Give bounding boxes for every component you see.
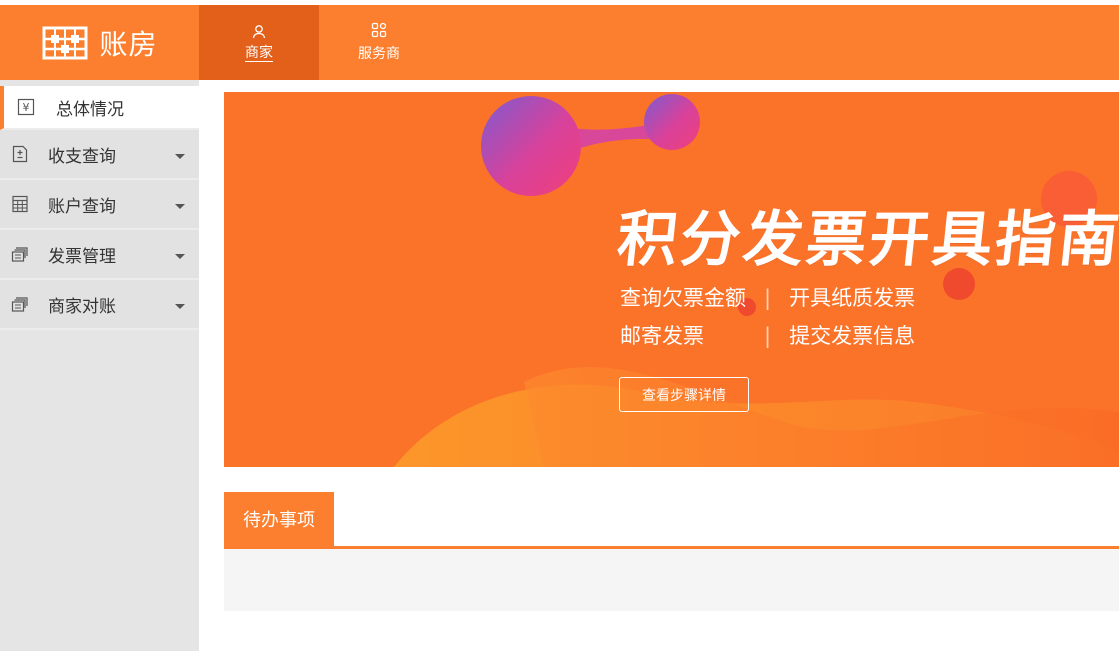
tab-service-provider-label: 服务商 <box>358 46 400 62</box>
banner-item: 查询欠票金额 <box>620 286 746 310</box>
sidebar-item-label: 总体情况 <box>56 99 124 120</box>
caret-down-icon <box>175 304 185 309</box>
apps-grid-icon <box>371 22 387 38</box>
sidebar-item-label: 发票管理 <box>48 246 116 267</box>
banner-item: 提交发票信息 <box>789 324 916 348</box>
banner-line-1: 查询欠票金额 | 开具纸质发票 <box>620 282 915 312</box>
brand-name: 账房 <box>99 27 158 61</box>
banner-item: 开具纸质发票 <box>789 286 916 310</box>
banner-line-2: 邮寄发票 | 提交发票信息 <box>620 320 915 350</box>
calculator-icon <box>10 194 30 214</box>
caret-down-icon <box>175 254 185 259</box>
caret-down-icon <box>175 154 185 159</box>
view-steps-button[interactable]: 查看步骤详情 <box>619 377 749 412</box>
banner-title: 积分发票开具指南 <box>613 205 1119 275</box>
todo-list-area <box>224 549 1119 611</box>
svg-text:¥: ¥ <box>23 101 30 114</box>
stacked-cards-icon <box>10 244 30 264</box>
caret-down-icon <box>175 204 185 209</box>
sidebar: ¥ 总体情况 收支查询 账户查询 发票管理 商家对账 <box>0 80 199 651</box>
tab-merchant[interactable]: 商家 <box>199 5 319 80</box>
sidebar-item-reconciliation[interactable]: 商家对账 <box>0 280 199 330</box>
banner-item: 邮寄发票 <box>620 324 704 348</box>
tab-todo[interactable]: 待办事项 <box>224 492 334 546</box>
promo-banner[interactable]: 积分发票开具指南 查询欠票金额 | 开具纸质发票 邮寄发票 | 提交发票信息 查看步骤详… <box>224 92 1119 467</box>
abacus-icon <box>42 26 88 59</box>
banner-separator: | <box>764 286 772 310</box>
top-bar: 账房 商家 服务商 <box>0 5 1119 80</box>
banner-separator: | <box>764 324 772 348</box>
sidebar-item-label: 收支查询 <box>48 146 116 167</box>
sidebar-item-label: 商家对账 <box>48 296 116 317</box>
yen-icon: ¥ <box>16 97 36 117</box>
sidebar-item-income-expense[interactable]: 收支查询 <box>0 130 199 180</box>
user-icon <box>252 24 266 38</box>
sidebar-item-label: 账户查询 <box>48 196 116 217</box>
tab-service-provider[interactable]: 服务商 <box>319 5 439 80</box>
document-plus-minus-icon <box>10 144 30 164</box>
brand-logo[interactable]: 账房 <box>0 5 199 80</box>
sidebar-item-account[interactable]: 账户查询 <box>0 180 199 230</box>
sidebar-item-invoice[interactable]: 发票管理 <box>0 230 199 280</box>
tab-merchant-label: 商家 <box>245 44 273 62</box>
sidebar-item-overview[interactable]: ¥ 总体情况 <box>0 86 199 130</box>
stacked-cards-icon <box>10 294 30 314</box>
